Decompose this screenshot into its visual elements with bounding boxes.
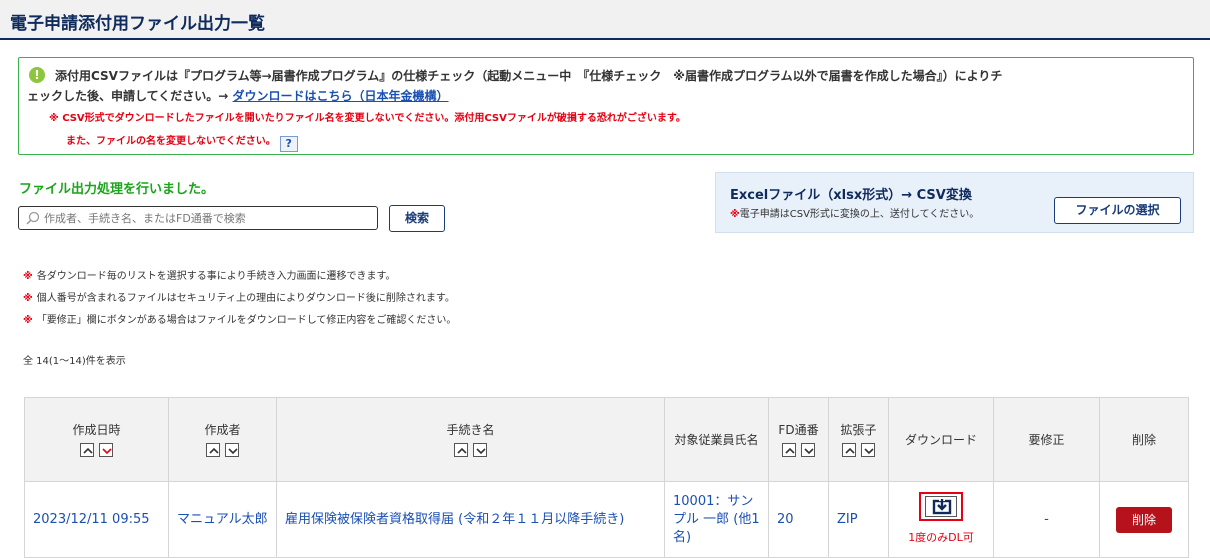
download-once-note: 1度のみDL可	[908, 531, 974, 544]
file-table: 作成日時 作成者 手続き名 対象従業員氏名 FD通番 拡張子 ダウンロード 要修…	[24, 397, 1189, 558]
excel-title: Excelファイル（xlsx形式）→ CSV変換	[730, 188, 972, 203]
table-header-row: 作成日時 作成者 手続き名 対象従業員氏名 FD通番 拡張子 ダウンロード 要修…	[24, 397, 1189, 482]
sort-controls	[279, 442, 662, 458]
col-created-at-label: 作成日時	[72, 422, 121, 437]
sort-asc-button[interactable]	[205, 443, 220, 457]
col-download-label: ダウンロード	[904, 432, 977, 447]
cell-fix: -	[993, 481, 1100, 558]
chevron-down-icon	[864, 448, 874, 455]
note-item: ※ 「要修正」欄にボタンがある場合はファイルをダウンロードして修正内容をご確認くだ…	[23, 310, 456, 332]
cell-delete: 削除	[1099, 481, 1189, 558]
download-icon	[932, 498, 952, 515]
sort-asc-button[interactable]	[841, 443, 856, 457]
note-mark: ※	[23, 293, 33, 304]
sort-desc-button[interactable]	[99, 443, 114, 457]
excel-conversion-panel: Excelファイル（xlsx形式）→ CSV変換 ※電子申請はCSV形式に変換の…	[715, 172, 1194, 233]
col-creator: 作成者	[168, 397, 277, 482]
sort-controls	[171, 442, 274, 458]
result-count: 全 14(1〜14)件を表示	[23, 356, 126, 367]
notice-line1: 添付用CSVファイルは『プログラム等→届書作成プログラム』の仕様チェック（起動メ…	[55, 69, 1003, 83]
delete-button[interactable]: 削除	[1116, 506, 1172, 533]
col-created-at: 作成日時	[24, 397, 169, 482]
notice-warning-2-text: また、ファイルの名を変更しないでください。	[66, 136, 276, 147]
sort-desc-button[interactable]	[225, 443, 240, 457]
excel-note: ※電子申請はCSV形式に変換の上、送付してください。	[730, 205, 979, 220]
note-item: ※ 各ダウンロード毎のリストを選択する事により手続き入力画面に遷移できます。	[23, 266, 456, 288]
col-fd: FD通番	[768, 397, 829, 482]
col-fd-label: FD通番	[778, 422, 819, 437]
note-mark: ※	[23, 315, 33, 326]
search-button[interactable]: 検索	[389, 205, 445, 232]
search-field[interactable]	[18, 206, 378, 230]
cell-employee[interactable]: 10001：サンプル 一郎 (他1名)	[664, 481, 769, 558]
table-row[interactable]: 2023/12/11 09:55 マニュアル太郎 雇用保険被保険者資格取得届 (…	[24, 481, 1189, 558]
notes-list: ※ 各ダウンロード毎のリストを選択する事により手続き入力画面に遷移できます。 ※ 個…	[23, 266, 456, 332]
note-text: 各ダウンロード毎のリストを選択する事により手続き入力画面に遷移できます。	[36, 271, 396, 282]
note-text: 「要修正」欄にボタンがある場合はファイルをダウンロードして修正内容をご確認くださ…	[36, 315, 457, 326]
cell-download: 1度のみDL可	[888, 481, 994, 558]
col-download: ダウンロード	[888, 397, 994, 482]
col-procedure: 手続き名	[276, 397, 665, 482]
cell-created-at[interactable]: 2023/12/11 09:55	[24, 481, 169, 558]
col-procedure-label: 手続き名	[446, 422, 495, 437]
download-button-frame	[925, 496, 957, 517]
note-mark: ※	[23, 271, 33, 282]
chevron-down-icon	[228, 448, 238, 455]
exclamation-icon: !	[29, 67, 45, 83]
col-fix: 要修正	[993, 397, 1100, 482]
cell-creator[interactable]: マニュアル太郎	[168, 481, 277, 558]
chevron-up-icon	[83, 447, 93, 454]
chevron-down-icon	[476, 448, 486, 455]
note-item: ※ 個人番号が含まれるファイルはセキュリティ上の理由によりダウンロード後に削除され…	[23, 288, 456, 310]
search-input[interactable]	[44, 209, 369, 227]
col-employee: 対象従業員氏名	[664, 397, 769, 482]
chevron-down-icon	[804, 448, 814, 455]
notice-line2-prefix: ェックした後、申請してください。→	[27, 89, 233, 103]
result-message: ファイル出力処理を行いました。	[19, 182, 215, 197]
note-text: 個人番号が含まれるファイルはセキュリティ上の理由によりダウンロード後に削除されま…	[36, 293, 455, 304]
sort-controls	[831, 442, 886, 458]
sort-asc-button[interactable]	[453, 443, 468, 457]
notice-warning-2: また、ファイルの名を変更しないでください。?	[66, 132, 298, 152]
sort-controls	[27, 442, 166, 458]
col-delete-label: 削除	[1131, 432, 1156, 447]
sort-controls	[771, 442, 826, 458]
sort-asc-button[interactable]	[79, 443, 94, 457]
sort-desc-button[interactable]	[861, 443, 876, 457]
sort-desc-button[interactable]	[801, 443, 816, 457]
chevron-down-icon	[102, 448, 112, 455]
help-button[interactable]: ?	[279, 136, 298, 152]
cell-fd[interactable]: 20	[768, 481, 829, 558]
notice-line2: ェックした後、申請してください。→ ダウンロードはこちら（日本年金機構）	[27, 86, 449, 106]
sort-desc-button[interactable]	[473, 443, 488, 457]
chevron-up-icon	[785, 447, 795, 454]
download-button[interactable]	[919, 492, 963, 521]
page-title: 電子申請添付用ファイル出力一覧	[0, 0, 1210, 40]
excel-note-mark: ※	[730, 209, 740, 220]
col-delete: 削除	[1099, 397, 1189, 482]
col-fix-label: 要修正	[1028, 432, 1065, 447]
file-select-button[interactable]: ファイルの選択	[1054, 197, 1181, 224]
notice-warning-1: ※ CSV形式でダウンロードしたファイルを開いたりファイル名を変更しないでくださ…	[49, 113, 686, 124]
chevron-up-icon	[209, 447, 219, 454]
search-icon	[26, 211, 40, 225]
excel-note-text: 電子申請はCSV形式に変換の上、送付してください。	[739, 209, 980, 220]
col-ext-label: 拡張子	[840, 422, 877, 437]
col-creator-label: 作成者	[204, 422, 241, 437]
download-link[interactable]: ダウンロードはこちら（日本年金機構）	[233, 89, 449, 103]
chevron-up-icon	[457, 447, 467, 454]
cell-ext[interactable]: ZIP	[828, 481, 889, 558]
col-ext: 拡張子	[828, 397, 889, 482]
cell-procedure[interactable]: 雇用保険被保険者資格取得届 (令和２年１１月以降手続き)	[276, 481, 665, 558]
col-employee-label: 対象従業員氏名	[674, 432, 759, 447]
sort-asc-button[interactable]	[781, 443, 796, 457]
chevron-up-icon	[845, 447, 855, 454]
notice-box: ! 添付用CSVファイルは『プログラム等→届書作成プログラム』の仕様チェック（起…	[18, 57, 1194, 155]
